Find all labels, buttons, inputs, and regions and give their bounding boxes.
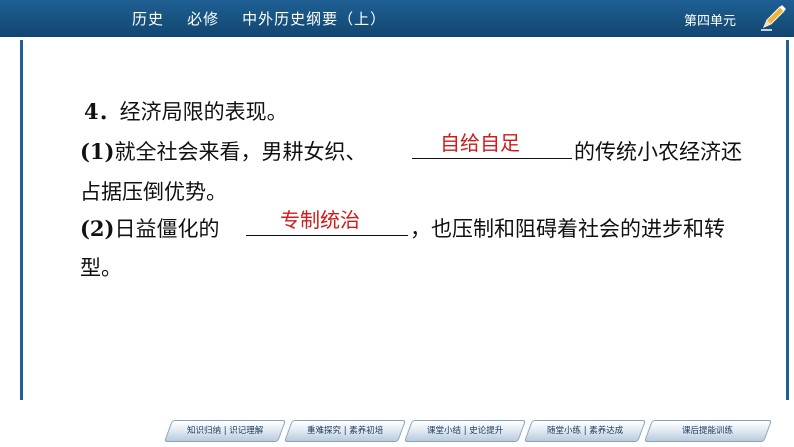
item2-text-after: ，也压制和阻碍着社会的进步和转 (410, 217, 725, 241)
nav-knowledge-summary[interactable]: 知识归纳 | 识记理解 (163, 420, 287, 442)
item1-continuation: 占据压倒优势。 (80, 180, 227, 204)
bottom-nav: 知识归纳 | 识记理解 重难探究 | 素养初培 课堂小结 | 史论提升 随堂小练… (160, 420, 794, 442)
left-border (20, 40, 23, 400)
nav-key-difficulties[interactable]: 重难探究 | 素养初培 (283, 420, 407, 442)
item1-blank (412, 157, 572, 159)
nav-practice[interactable]: 随堂小练 | 素养达成 (523, 420, 647, 442)
course-title: 历史 必修 中外历史纲要（上） (132, 10, 387, 28)
heading-text: 经济局限的表现。 (119, 100, 288, 124)
header-bar: 历史 必修 中外历史纲要（上） 第四单元 (0, 0, 794, 37)
unit-label: 第四单元 (684, 14, 737, 29)
heading-number: 4． (84, 99, 120, 124)
item2-answer: 专制统治 (280, 208, 360, 232)
item1-answer: 自给自足 (440, 131, 520, 155)
item2-continuation: 型。 (80, 256, 122, 280)
item2-line: (2)日益僵化的 (80, 213, 219, 243)
nav-class-summary[interactable]: 课堂小结 | 史论提升 (403, 420, 527, 442)
item2-text: 日益僵化的 (114, 217, 220, 241)
right-border (786, 40, 789, 400)
item1-number: (1) (80, 139, 115, 164)
item2-number: (2) (80, 216, 115, 241)
pencil-icon (761, 5, 786, 31)
item1-line: (1)就全社会来看，男耕女织、 (80, 136, 366, 166)
item1-text: 就全社会来看，男耕女织、 (114, 140, 367, 164)
heading: 4．经济局限的表现。 (84, 96, 288, 126)
nav-homework[interactable]: 课后提能训练 (643, 420, 773, 442)
item2-blank (246, 234, 408, 236)
item1-text-after: 的传统小农经济还 (574, 140, 742, 164)
